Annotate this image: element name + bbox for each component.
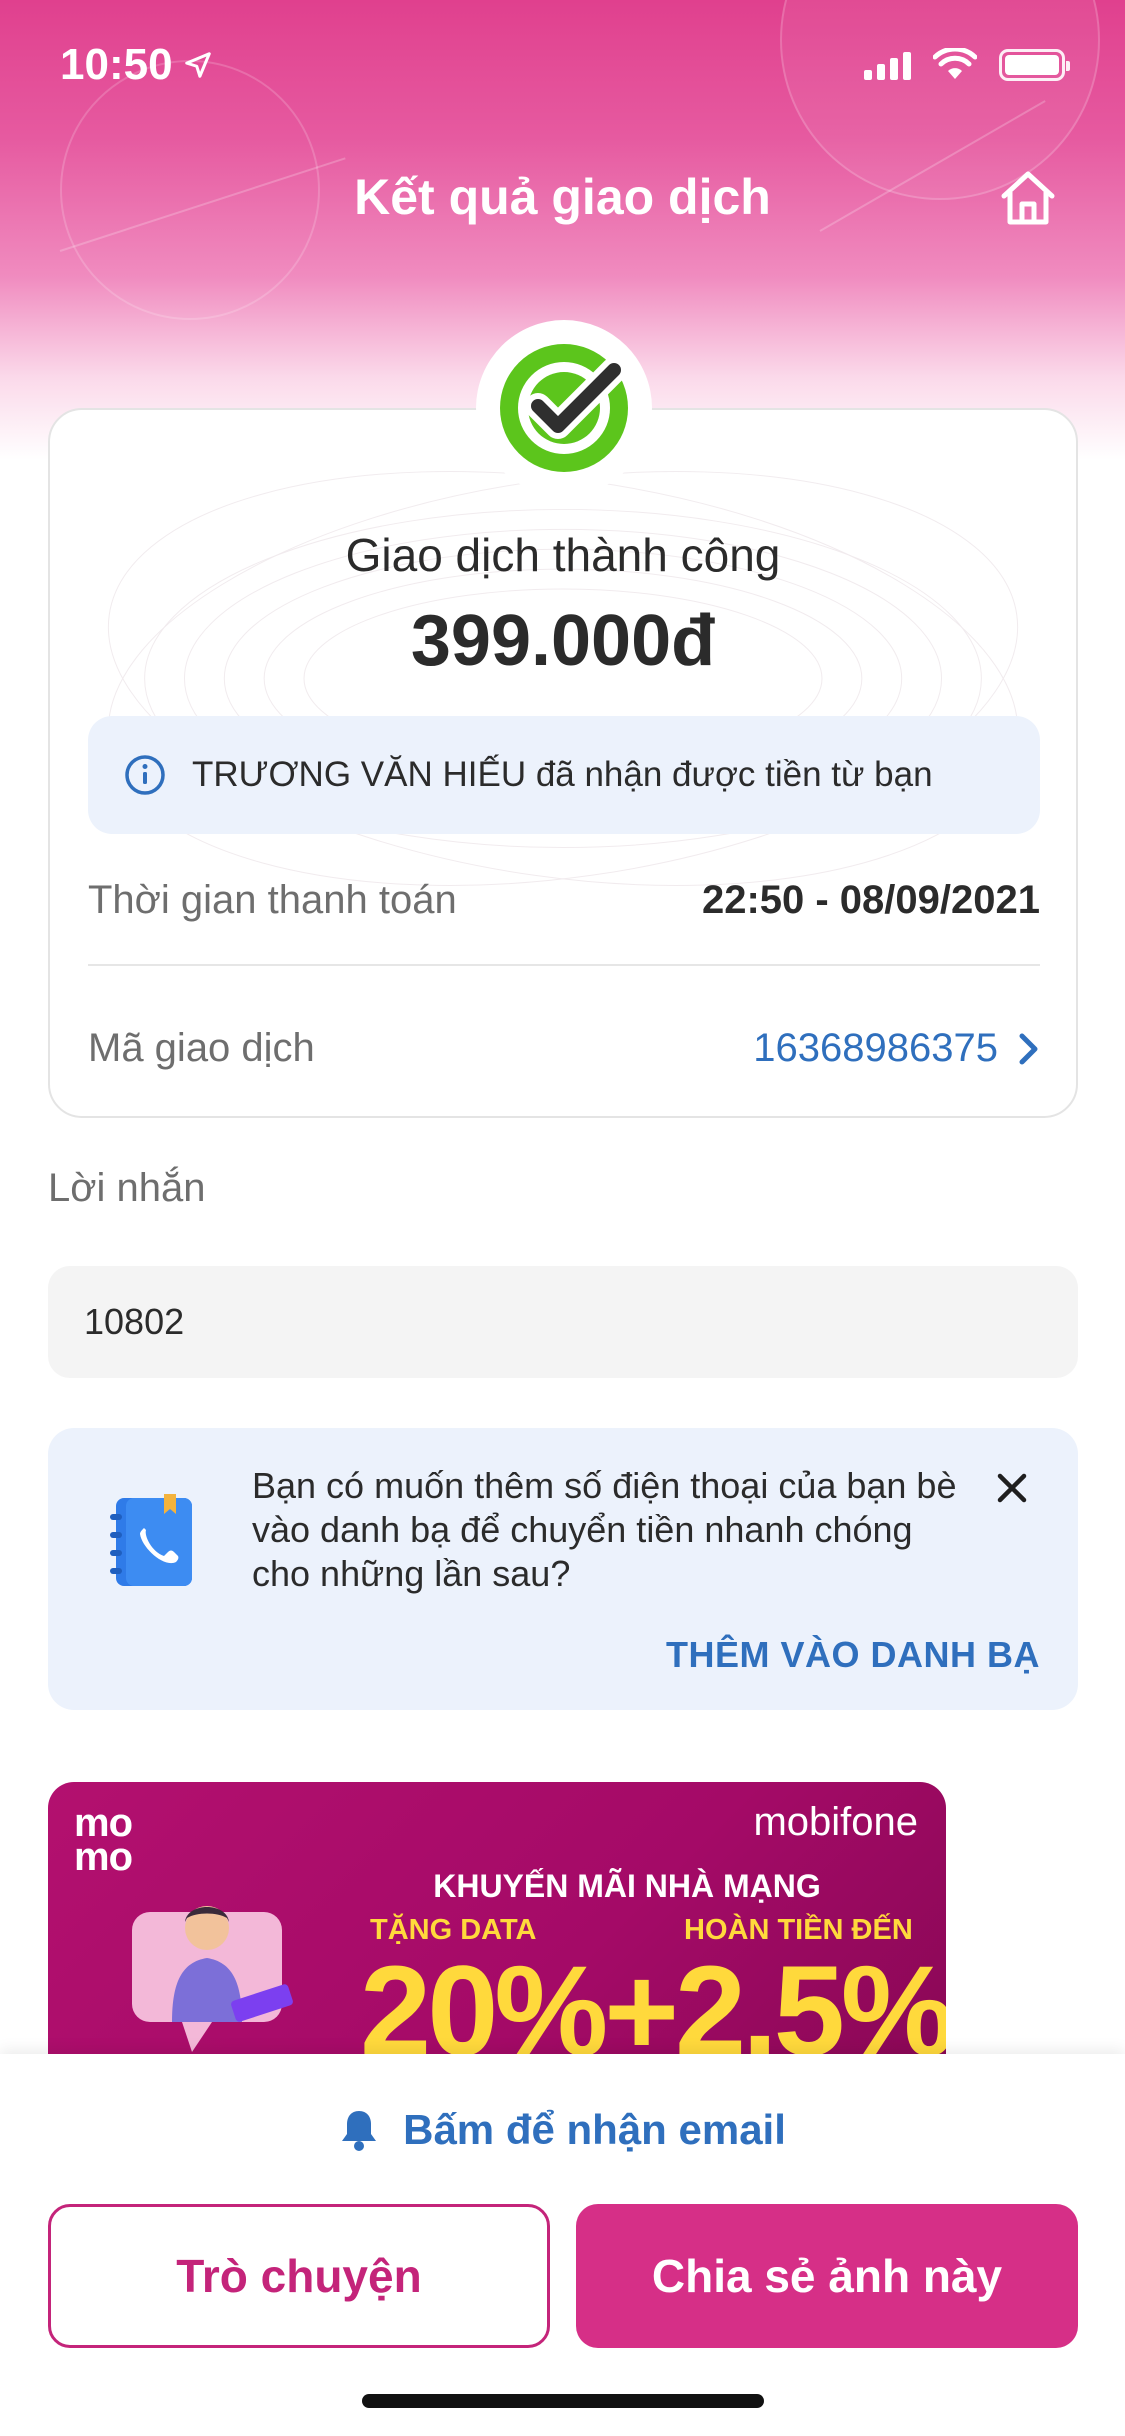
status-icons [864, 48, 1070, 82]
result-amount: 399.000đ [410, 601, 716, 681]
wifi-icon [933, 48, 977, 79]
payment-time-value: 22:50 - 08/09/2021 [701, 878, 1040, 922]
transaction-id-link[interactable]: 16368986375 [753, 1026, 1040, 1071]
payment-time-label: Thời gian thanh toán [88, 878, 457, 922]
receive-email-link[interactable]: Bấm để nhận email [0, 2106, 1125, 2154]
home-indicator [362, 2394, 764, 2408]
info-banner: TRƯƠNG VĂN HIẾU đã nhận được tiền từ bạn [88, 716, 1040, 834]
info-text: TRƯƠNG VĂN HIẾU đã nhận được tiền từ bạn [192, 755, 933, 794]
result-card: Giao dịch thành công 399.000đ TRƯƠNG VĂN… [48, 408, 1078, 1118]
bell-icon [342, 2111, 377, 2151]
home-button[interactable] [996, 166, 1060, 230]
page-title: Kết quả giao dịch [354, 169, 771, 225]
status-bar: 10:50 [0, 0, 1125, 130]
mobifone-logo: mobifone [753, 1800, 918, 1844]
share-image-button[interactable]: Chia sẻ ảnh này [576, 2204, 1078, 2348]
phonebook-icon [110, 1494, 192, 1586]
transaction-id-row[interactable]: Mã giao dịch 16368986375 [88, 1026, 1040, 1071]
payment-time-row: Thời gian thanh toán 22:50 - 08/09/2021 [88, 878, 1040, 923]
transaction-id-value: 16368986375 [753, 1026, 998, 1070]
add-contact-card: Bạn có muốn thêm số điện thoại của bạn b… [48, 1428, 1078, 1710]
chat-button[interactable]: Trò chuyện [48, 2204, 550, 2348]
bottom-action-sheet: Bấm để nhận email Trò chuyện Chia sẻ ảnh… [0, 2054, 1125, 2436]
add-to-contacts-button[interactable]: THÊM VÀO DANH BẠ [666, 1634, 1040, 1676]
signal-icon [864, 50, 911, 80]
result-title: Giao dịch thành công [345, 529, 781, 581]
status-time-text: 10:50 [60, 40, 173, 89]
info-icon [125, 755, 165, 795]
promo-banner[interactable]: mo mo mobifone KHUYẾN MÃI NHÀ MẠNG TẶNG … [48, 1782, 946, 2062]
battery-icon [999, 49, 1070, 81]
close-button[interactable] [992, 1468, 1032, 1508]
close-icon [997, 1473, 1027, 1503]
location-arrow-icon [184, 52, 211, 78]
add-contact-text: Bạn có muốn thêm số điện thoại của bạn b… [252, 1465, 957, 1594]
status-time: 10:50 [60, 40, 213, 90]
promo-big-text: 20%+2.5% [360, 1940, 946, 2062]
message-label: Lời nhắn [48, 1166, 206, 1210]
momo-logo: mo mo [74, 1803, 133, 1877]
chevron-right-icon [1019, 1033, 1038, 1064]
check-circle-icon [500, 344, 628, 472]
promo-illustration [129, 1906, 293, 2062]
transaction-id-label: Mã giao dịch [88, 1026, 315, 1070]
home-icon [1001, 171, 1055, 225]
receive-email-text: Bấm để nhận email [403, 2106, 786, 2153]
divider [88, 964, 1040, 966]
success-badge [476, 320, 652, 496]
message-value: 10802 [48, 1266, 1078, 1378]
